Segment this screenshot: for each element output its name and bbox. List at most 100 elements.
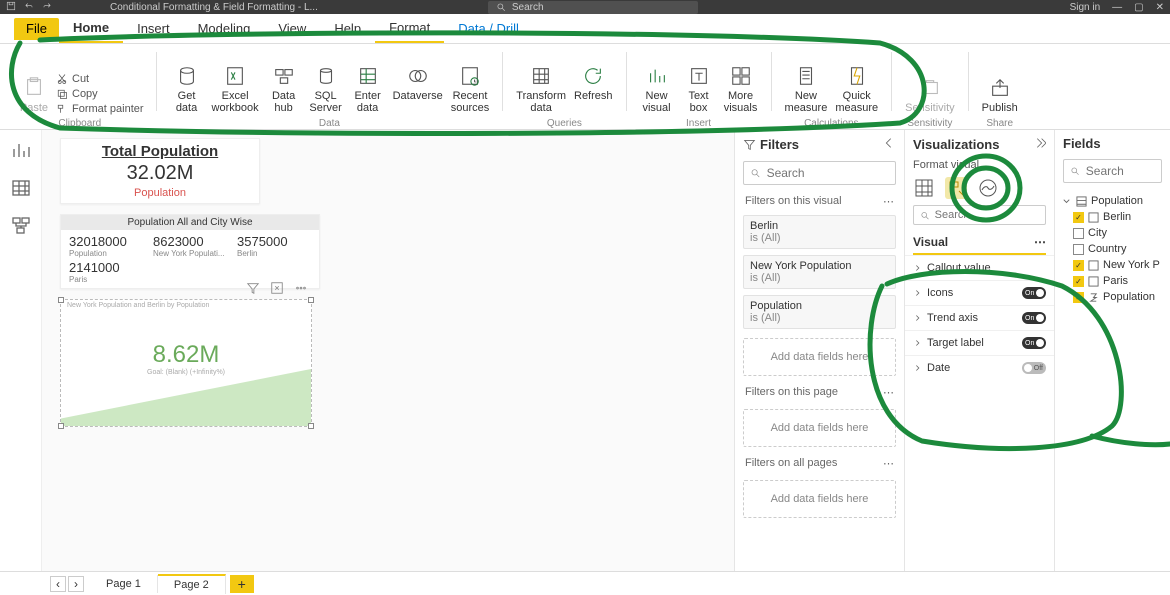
excel-workbook-button[interactable]: Excelworkbook [209, 62, 262, 116]
global-search[interactable]: Search [488, 1, 698, 14]
card-title: Total Population [65, 143, 255, 160]
add-fields-visual[interactable]: Add data fields here [743, 338, 896, 376]
sql-server-button[interactable]: SQLServer [306, 62, 346, 116]
sensitivity-button[interactable]: Sensitivity [902, 74, 958, 116]
transform-data-button[interactable]: Transformdata [513, 62, 569, 116]
field-berlin[interactable]: Berlin [1059, 209, 1166, 225]
visual-section-label[interactable]: Visual [913, 235, 948, 249]
toggle-icons[interactable]: On [1022, 287, 1046, 299]
recent-sources-button[interactable]: Recentsources [448, 62, 493, 116]
add-fields-page[interactable]: Add data fields here [743, 409, 896, 447]
minimize-button[interactable]: — [1112, 2, 1122, 13]
refresh-button[interactable]: Refresh [571, 62, 616, 104]
toggle-target[interactable]: On [1022, 337, 1046, 349]
add-page-button[interactable]: + [230, 575, 254, 593]
tab-format[interactable]: Format [375, 14, 444, 43]
field-country[interactable]: Country [1059, 241, 1166, 257]
next-page-button[interactable]: › [68, 576, 84, 592]
toggle-trend[interactable]: On [1022, 312, 1046, 324]
filters-title: Filters [760, 137, 799, 152]
menubar: File Home Insert Modeling View Help Form… [0, 14, 1170, 44]
more-icon[interactable]: ⋯ [1034, 235, 1046, 249]
field-paris[interactable]: Paris [1059, 273, 1166, 289]
mr-cell: 32018000 [69, 234, 143, 249]
row-target-label[interactable]: Target labelOn [905, 330, 1054, 355]
text-box-button[interactable]: Textbox [679, 62, 719, 116]
save-icon[interactable] [6, 1, 16, 14]
more-icon[interactable]: ⋯ [883, 386, 894, 399]
report-canvas[interactable]: Total Population 32.02M Population Popul… [42, 130, 734, 571]
field-newyork[interactable]: New York P [1059, 257, 1166, 273]
tab-help[interactable]: Help [320, 14, 375, 43]
close-button[interactable]: ✕ [1156, 2, 1164, 13]
data-hub-button[interactable]: Datahub [264, 62, 304, 116]
more-icon[interactable]: ⋯ [883, 457, 894, 470]
multirow-card[interactable]: Population All and City Wise 32018000Pop… [60, 214, 320, 289]
row-trend-axis[interactable]: Trend axisOn [905, 305, 1054, 330]
field-city[interactable]: City [1059, 225, 1166, 241]
tab-view[interactable]: View [264, 14, 320, 43]
filters-pane: Filters Filters on this visual⋯ Berlinis… [734, 130, 904, 571]
table-population[interactable]: Population [1059, 193, 1166, 209]
more-options-icon[interactable] [294, 281, 308, 298]
ribbon-group-data: Getdata Excelworkbook Datahub SQLServer … [161, 46, 499, 129]
kpi-visual[interactable]: New York Population and Berlin by Popula… [60, 299, 312, 427]
redo-icon[interactable] [42, 1, 52, 14]
build-visual-icon[interactable] [913, 177, 935, 199]
copy-button[interactable]: Copy [54, 87, 146, 101]
format-painter-button[interactable]: Format painter [54, 102, 146, 116]
enter-data-button[interactable]: Enterdata [348, 62, 388, 116]
tab-modeling[interactable]: Modeling [184, 14, 265, 43]
page-tab-1[interactable]: Page 1 [90, 575, 158, 593]
window-title: Conditional Formatting & Field Formattin… [110, 2, 318, 13]
model-view-icon[interactable] [11, 216, 31, 236]
data-view-icon[interactable] [11, 178, 31, 198]
get-data-button[interactable]: Getdata [167, 62, 207, 116]
tab-home[interactable]: Home [59, 14, 123, 43]
tab-file[interactable]: File [14, 18, 59, 40]
viz-search[interactable] [913, 205, 1046, 225]
undo-icon[interactable] [24, 1, 34, 14]
toggle-date[interactable]: Off [1022, 362, 1046, 374]
tab-data-drill[interactable]: Data / Drill [444, 14, 533, 43]
analytics-icon[interactable] [977, 177, 999, 199]
card-value: 32.02M [65, 162, 255, 185]
filter-card[interactable]: Populationis (All) [743, 295, 896, 329]
more-visuals-button[interactable]: Morevisuals [721, 62, 761, 116]
tab-insert[interactable]: Insert [123, 14, 184, 43]
card-total-population[interactable]: Total Population 32.02M Population [60, 138, 260, 204]
ribbon: Paste Cut Copy Format painter Getdata Ex… [0, 44, 1170, 130]
multirow-title: Population All and City Wise [61, 215, 319, 230]
quick-measure-button[interactable]: Quickmeasure [832, 62, 881, 116]
new-measure-button[interactable]: Newmeasure [782, 62, 831, 116]
row-callout-value[interactable]: Callout value [905, 255, 1054, 280]
row-date[interactable]: DateOff [905, 355, 1054, 380]
publish-button[interactable]: Publish [979, 74, 1021, 116]
new-visual-button[interactable]: Newvisual [637, 62, 677, 116]
collapse-viz-icon[interactable] [1032, 136, 1046, 153]
dataverse-button[interactable]: Dataverse [390, 62, 446, 104]
page-tab-2[interactable]: Page 2 [158, 574, 226, 594]
filter-card[interactable]: New York Populationis (All) [743, 255, 896, 289]
report-view-icon[interactable] [11, 140, 31, 160]
fields-search[interactable] [1063, 159, 1162, 183]
prev-page-button[interactable]: ‹ [50, 576, 66, 592]
collapse-filters-icon[interactable] [882, 136, 896, 153]
add-fields-all[interactable]: Add data fields here [743, 480, 896, 518]
paste-button[interactable]: Paste [14, 72, 54, 116]
maximize-button[interactable]: ▢ [1134, 2, 1143, 13]
row-icons[interactable]: IconsOn [905, 280, 1054, 305]
filter-card[interactable]: Berlinis (All) [743, 215, 896, 249]
ribbon-group-queries: Transformdata Refresh [507, 46, 621, 129]
fields-pane: Fields Population Berlin City Country Ne… [1054, 130, 1170, 571]
signin-link[interactable]: Sign in [1070, 2, 1101, 13]
fields-title: Fields [1063, 136, 1101, 151]
format-visual-icon[interactable] [945, 177, 967, 199]
more-icon[interactable]: ⋯ [883, 195, 894, 208]
kpi-visual-wrapper: New York Population and Berlin by Popula… [60, 299, 312, 427]
field-population[interactable]: Population [1059, 289, 1166, 305]
filter-icon[interactable] [246, 281, 260, 298]
focus-icon[interactable] [270, 281, 284, 298]
filters-search[interactable] [743, 161, 896, 185]
cut-button[interactable]: Cut [54, 72, 146, 86]
